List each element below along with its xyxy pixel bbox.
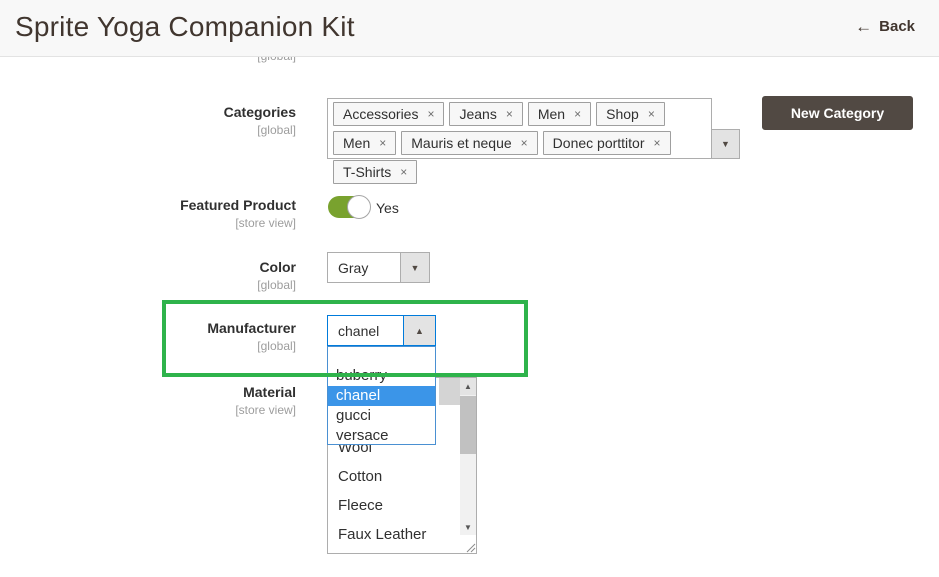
manufacturer-label: Manufacturer — [0, 320, 296, 336]
scroll-up-icon[interactable]: ▲ — [460, 378, 476, 395]
category-tag: Shop × — [596, 102, 665, 126]
scrollbar-corner — [439, 378, 460, 405]
category-tag: Men × — [333, 131, 396, 155]
dropdown-option-buberry[interactable]: buberry — [328, 366, 435, 386]
back-button[interactable]: ← Back — [855, 18, 915, 35]
category-tag-label: T-Shirts — [343, 164, 391, 180]
remove-tag-icon[interactable]: × — [379, 137, 386, 149]
manufacturer-select-value: chanel — [328, 316, 403, 345]
material-option-faux-leather[interactable]: Faux Leather — [338, 522, 476, 551]
category-tag-label: Accessories — [343, 106, 418, 122]
categories-field-label: Categories [global] — [0, 104, 296, 137]
dropdown-option-gucci[interactable]: gucci — [328, 406, 435, 426]
manufacturer-select[interactable]: chanel ▲ — [327, 315, 436, 346]
category-tag-label: Mauris et neque — [411, 135, 511, 151]
page-header: Sprite Yoga Companion Kit ← Back — [0, 0, 939, 57]
scrollbar-thumb[interactable] — [460, 396, 476, 454]
color-select-value: Gray — [328, 253, 400, 282]
new-category-button[interactable]: New Category — [762, 96, 913, 130]
category-tag: Jeans × — [449, 102, 522, 126]
categories-dropdown-toggle[interactable]: ▼ — [711, 129, 740, 159]
material-scrollbar[interactable]: ▲ ▼ — [460, 378, 476, 536]
chevron-down-icon[interactable]: ▼ — [400, 253, 429, 282]
category-tag: Mauris et neque × — [401, 131, 537, 155]
manufacturer-field-label: Manufacturer [global] — [0, 320, 296, 353]
chevron-up-icon[interactable]: ▲ — [403, 316, 435, 345]
remove-tag-icon[interactable]: × — [648, 108, 655, 120]
remove-tag-icon[interactable]: × — [400, 166, 407, 178]
product-edit-page: [global] Sprite Yoga Companion Kit ← Bac… — [0, 0, 939, 577]
material-label: Material — [0, 384, 296, 400]
featured-toggle[interactable] — [328, 196, 369, 218]
material-field-label: Material [store view] — [0, 384, 296, 417]
color-select[interactable]: Gray ▼ — [327, 252, 430, 283]
back-arrow-icon: ← — [855, 18, 872, 35]
remove-tag-icon[interactable]: × — [574, 108, 581, 120]
category-tag-label: Donec porttitor — [553, 135, 645, 151]
featured-toggle-value: Yes — [376, 200, 399, 216]
manufacturer-dropdown-list: buberry chanel gucci versace — [327, 346, 436, 445]
dropdown-option-empty[interactable] — [328, 347, 435, 366]
category-tag: Accessories × — [333, 102, 444, 126]
category-tag: Donec porttitor × — [543, 131, 671, 155]
remove-tag-icon[interactable]: × — [427, 108, 434, 120]
material-scope: [store view] — [0, 403, 296, 417]
category-tag-label: Jeans — [459, 106, 496, 122]
color-label: Color — [0, 259, 296, 275]
category-tag-label: Men — [343, 135, 370, 151]
categories-multiselect[interactable]: Accessories × Jeans × Men × Shop × Men ×… — [327, 98, 712, 159]
categories-label: Categories — [0, 104, 296, 120]
page-title: Sprite Yoga Companion Kit — [15, 11, 355, 43]
material-option-fleece[interactable]: Fleece — [338, 493, 476, 522]
featured-scope: [store view] — [0, 216, 296, 230]
remove-tag-icon[interactable]: × — [506, 108, 513, 120]
category-tag: T-Shirts × — [333, 160, 417, 184]
categories-scope: [global] — [0, 123, 296, 137]
remove-tag-icon[interactable]: × — [521, 137, 528, 149]
featured-label: Featured Product — [0, 197, 296, 213]
dropdown-option-versace[interactable]: versace — [328, 426, 435, 445]
dropdown-option-chanel[interactable]: chanel — [328, 386, 435, 406]
material-option-cotton[interactable]: Cotton — [338, 464, 476, 493]
chevron-down-icon: ▼ — [721, 139, 730, 149]
manufacturer-scope: [global] — [0, 339, 296, 353]
category-tag: Men × — [528, 102, 591, 126]
toggle-knob — [347, 195, 371, 219]
color-field-label: Color [global] — [0, 259, 296, 292]
scroll-down-icon[interactable]: ▼ — [460, 519, 476, 536]
featured-field-label: Featured Product [store view] — [0, 197, 296, 230]
remove-tag-icon[interactable]: × — [654, 137, 661, 149]
category-tag-label: Shop — [606, 106, 639, 122]
category-tag-label: Men — [538, 106, 565, 122]
resize-grip-icon[interactable] — [459, 535, 476, 553]
back-label: Back — [879, 18, 915, 35]
color-scope: [global] — [0, 278, 296, 292]
